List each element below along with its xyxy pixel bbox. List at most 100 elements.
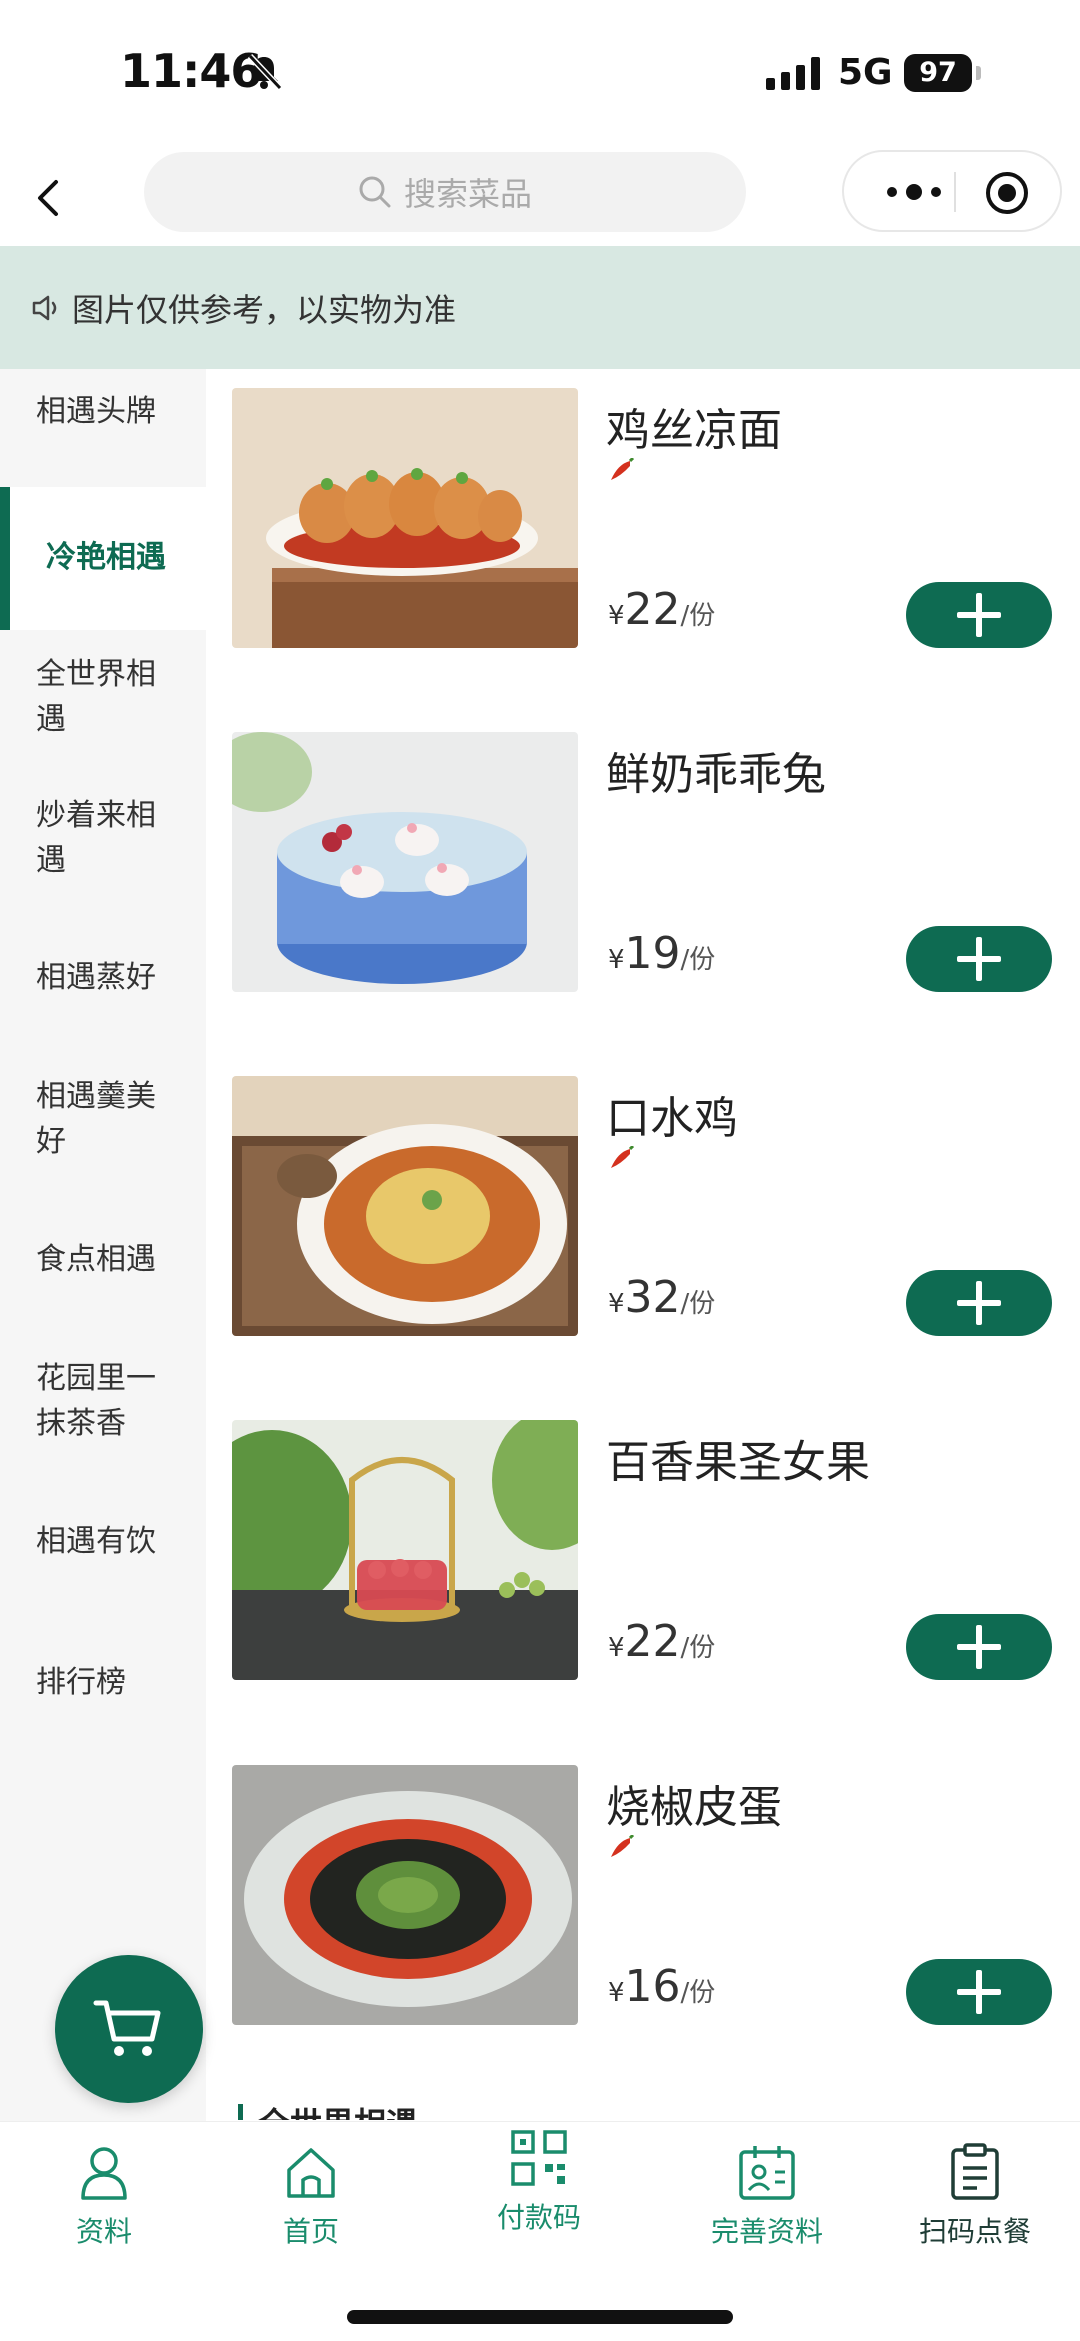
battery-level: 97 <box>919 57 957 88</box>
bell-muted-icon <box>247 53 283 91</box>
category-label: 相遇头牌 <box>36 394 156 429</box>
category-label: 相遇有饮 <box>36 1524 156 1559</box>
category-item[interactable]: 相遇蒸好 <box>0 955 206 1000</box>
status-bar: 11:46 5G 97 <box>0 0 1080 148</box>
close-miniprogram-icon[interactable] <box>984 170 1030 216</box>
section-marker <box>238 2104 243 2120</box>
price-value: 16 <box>624 1961 681 2012</box>
section-header-peek: 全世界相遇 <box>238 2104 418 2120</box>
price-unit: /份 <box>680 1633 716 1663</box>
add-to-cart-button[interactable] <box>906 1614 1052 1680</box>
shopping-cart-icon <box>93 2000 161 2056</box>
back-arrow-icon[interactable] <box>30 172 70 224</box>
clipboard-icon <box>951 2143 999 2200</box>
category-item[interactable]: 花园里一抹茶香 <box>0 1356 206 1446</box>
network-type: 5G <box>838 52 893 93</box>
tab-label: 扫码点餐 <box>918 2215 1031 2248</box>
more-icon[interactable] <box>874 170 954 214</box>
price-value: 22 <box>624 584 681 635</box>
tab-label: 资料 <box>75 2215 132 2248</box>
status-time: 11:46 <box>120 44 262 98</box>
tab-home[interactable]: 首页 <box>231 2142 391 2250</box>
dish-price: ¥19/份 <box>608 928 715 979</box>
tab-scan-order[interactable]: 扫码点餐 <box>895 2142 1055 2250</box>
chili-spicy-icon <box>611 1835 634 1857</box>
signal-icon <box>766 56 820 90</box>
search-placeholder: 搜索菜品 <box>403 175 532 213</box>
category-item[interactable]: 排行榜 <box>0 1660 206 1705</box>
chili-spicy-icon <box>611 458 634 480</box>
price-value: 19 <box>624 928 681 979</box>
category-label: 全世界相遇 <box>36 657 156 737</box>
home-indicator <box>347 2310 733 2324</box>
category-label: 食点相遇 <box>36 1242 156 1277</box>
notice-banner: 图片仅供参考，以实物为准 <box>0 246 1080 369</box>
category-item-active[interactable]: 冷艳相遇 <box>0 487 206 630</box>
dish-image[interactable] <box>232 388 578 648</box>
price-unit: /份 <box>680 1978 716 2008</box>
category-label: 花园里一抹茶香 <box>36 1361 156 1441</box>
tab-complete-profile[interactable]: 完善资料 <box>687 2142 847 2250</box>
add-to-cart-button[interactable] <box>906 582 1052 648</box>
tab-label: 付款码 <box>496 2201 581 2234</box>
price-currency: ¥ <box>608 1289 625 1319</box>
dish-image[interactable] <box>232 1765 578 2025</box>
category-item[interactable]: 炒着来相遇 <box>0 793 206 883</box>
price-unit: /份 <box>680 945 716 975</box>
battery-nub <box>976 66 981 80</box>
dish-name: 烧椒皮蛋 <box>606 1782 782 1833</box>
dish-price: ¥32/份 <box>608 1272 715 1323</box>
miniprogram-capsule <box>842 150 1062 232</box>
category-item[interactable]: 全世界相遇 <box>0 652 206 742</box>
dish-price: ¥22/份 <box>608 1616 715 1667</box>
tab-payment-code[interactable]: 付款码 <box>459 2128 619 2236</box>
category-label: 冷艳相遇 <box>46 540 166 575</box>
dish-name: 百香果圣女果 <box>606 1437 870 1488</box>
qr-code-icon <box>511 2130 567 2186</box>
price-currency: ¥ <box>608 1978 625 2008</box>
speaker-icon <box>32 295 57 320</box>
cart-button[interactable] <box>55 1955 203 2103</box>
tab-label: 首页 <box>282 2215 339 2248</box>
dish-card[interactable]: 鲜奶乖乖兔 ¥19/份 <box>232 732 1062 992</box>
dish-name: 口水鸡 <box>606 1093 738 1144</box>
category-item[interactable]: 相遇头牌 <box>0 389 206 434</box>
bottom-tab-bar: 资料 首页 付款码 完善资料 扫码点餐 <box>0 2121 1080 2341</box>
tab-label: 完善资料 <box>710 2215 823 2248</box>
section-title: 全世界相遇 <box>258 2104 418 2120</box>
dish-card[interactable]: 百香果圣女果 ¥22/份 <box>232 1420 1062 1680</box>
profile-card-icon <box>739 2146 795 2200</box>
price-value: 22 <box>624 1616 681 1667</box>
category-label: 炒着来相遇 <box>36 798 156 878</box>
price-currency: ¥ <box>608 1633 625 1663</box>
price-value: 32 <box>624 1272 681 1323</box>
dish-image[interactable] <box>232 1076 578 1336</box>
add-to-cart-button[interactable] <box>906 926 1052 992</box>
dish-card[interactable]: 烧椒皮蛋 ¥16/份 <box>232 1765 1062 2025</box>
price-currency: ¥ <box>608 945 625 975</box>
category-label: 排行榜 <box>36 1665 126 1700</box>
category-item[interactable]: 相遇有饮 <box>0 1519 206 1564</box>
category-item[interactable]: 食点相遇 <box>0 1237 206 1282</box>
category-label: 相遇蒸好 <box>36 960 156 995</box>
dish-name: 鸡丝凉面 <box>606 405 782 456</box>
add-to-cart-button[interactable] <box>906 1270 1052 1336</box>
category-label: 相遇羹美好 <box>36 1079 156 1159</box>
search-icon <box>359 176 391 208</box>
category-sidebar: 相遇头牌 冷艳相遇 全世界相遇 炒着来相遇 相遇蒸好 相遇羹美好 食点相遇 花园… <box>0 369 206 2121</box>
dish-price: ¥22/份 <box>608 584 715 635</box>
dish-card[interactable]: 鸡丝凉面 ¥22/份 <box>232 388 1062 648</box>
price-unit: /份 <box>680 601 716 631</box>
person-icon <box>81 2147 127 2200</box>
dish-card[interactable]: 口水鸡 ¥32/份 <box>232 1076 1062 1336</box>
tab-profile[interactable]: 资料 <box>24 2142 184 2250</box>
dish-image[interactable] <box>232 1420 578 1680</box>
search-input[interactable]: 搜索菜品 <box>144 152 746 232</box>
dish-name: 鲜奶乖乖兔 <box>606 749 826 800</box>
price-unit: /份 <box>680 1289 716 1319</box>
add-to-cart-button[interactable] <box>906 1959 1052 2025</box>
category-item[interactable]: 相遇羹美好 <box>0 1074 206 1164</box>
dish-image[interactable] <box>232 732 578 992</box>
dish-price: ¥16/份 <box>608 1961 715 2012</box>
notice-text: 图片仅供参考，以实物为准 <box>72 290 457 329</box>
